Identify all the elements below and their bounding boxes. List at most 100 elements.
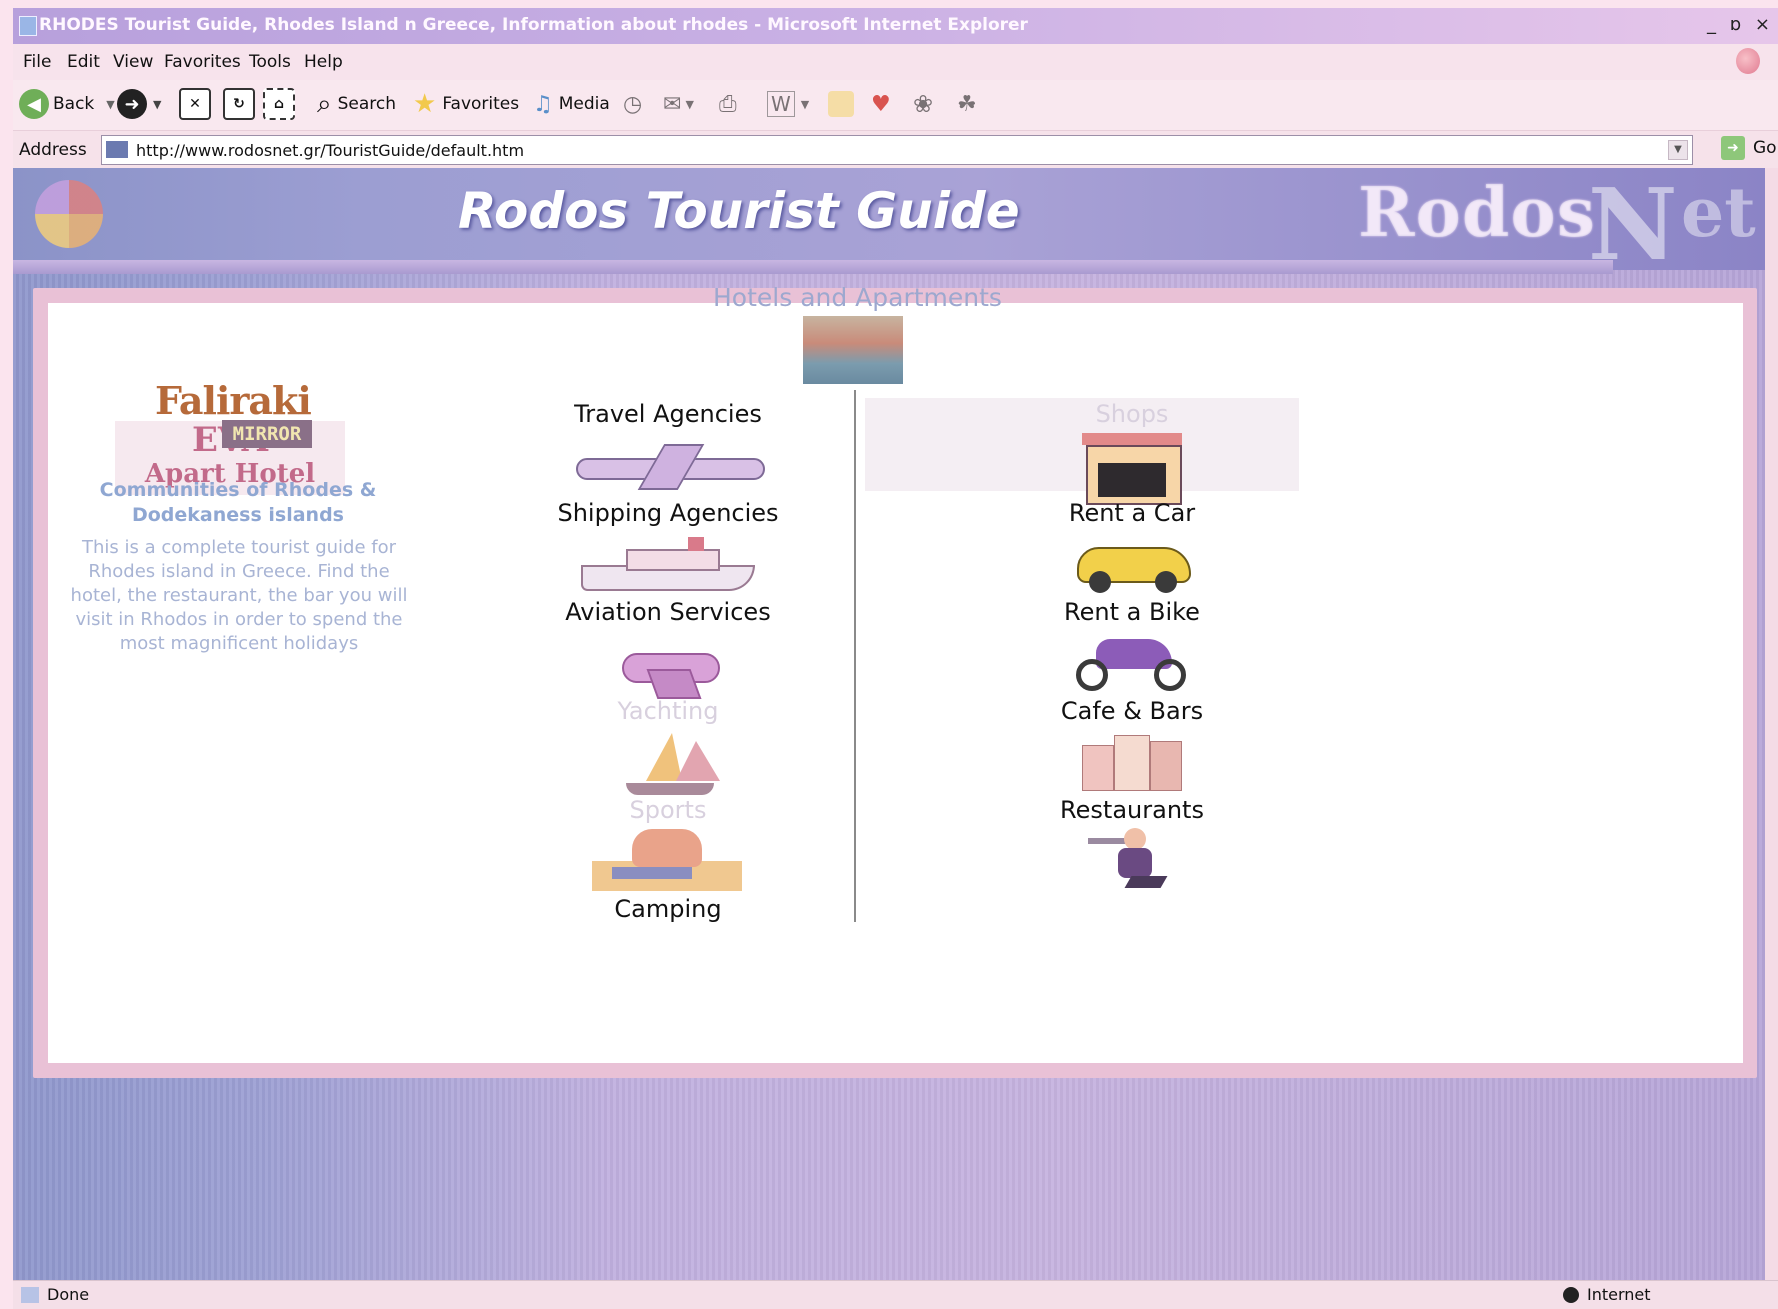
- yachting-link[interactable]: Yachting: [508, 697, 828, 725]
- sailboat-sail-2: [676, 741, 720, 781]
- car-wheel-front: [1089, 571, 1111, 593]
- rodosnet-logo-left[interactable]: Rodos: [1358, 173, 1596, 253]
- mirror-label: MIRROR: [222, 420, 312, 448]
- waiter-tray: [1088, 838, 1128, 844]
- beach-sports-icon[interactable]: [592, 823, 742, 893]
- address-dropdown-icon[interactable]: ▼: [1668, 140, 1688, 160]
- discuss-button[interactable]: [828, 88, 854, 120]
- shipping-agencies-link[interactable]: Shipping Agencies: [508, 499, 828, 527]
- ship-icon[interactable]: [576, 535, 756, 591]
- word-edit-icon: W: [767, 91, 795, 117]
- flower-icon: ❀: [913, 90, 934, 118]
- menu-edit[interactable]: Edit: [67, 52, 100, 72]
- car-icon[interactable]: [1073, 531, 1191, 593]
- site-title: Rodos Tourist Guide: [458, 182, 1020, 240]
- menu-favorites[interactable]: Favorites: [164, 52, 241, 72]
- mail-button[interactable]: ✉ ▼: [663, 88, 694, 120]
- vertical-scrollbar[interactable]: [1765, 168, 1778, 1280]
- note-icon: [828, 91, 854, 117]
- waiter-head: [1124, 828, 1146, 850]
- camping-link[interactable]: Camping: [508, 895, 828, 923]
- small-plane-icon[interactable]: [616, 633, 720, 699]
- refresh-icon: ↻: [223, 88, 255, 120]
- banner: Rodos Tourist Guide Rodos N et: [13, 168, 1765, 283]
- page-viewport: Rodos Tourist Guide Rodos N et EVA Apart…: [13, 168, 1765, 1280]
- favorites-button[interactable]: ★ Favorites: [413, 88, 519, 120]
- mail-dropdown-icon[interactable]: ▼: [685, 98, 693, 111]
- print-button[interactable]: ⎙: [719, 88, 737, 120]
- content-panel: EVA Apart Hotel Faliraki MIRROR Communit…: [48, 283, 1743, 1063]
- cafe-building-3: [1150, 741, 1182, 791]
- ie-page-icon: [19, 16, 37, 36]
- search-button[interactable]: ⌕ Search: [317, 88, 396, 120]
- hotels-image[interactable]: [803, 316, 903, 384]
- messenger-button[interactable]: ♥: [871, 88, 891, 120]
- refresh-button[interactable]: ↻: [223, 88, 255, 120]
- shop-window: [1098, 463, 1166, 497]
- faliraki-mirror-ad[interactable]: Faliraki MIRROR: [155, 378, 330, 453]
- banner-shadow: [13, 260, 1613, 274]
- favorites-label: Favorites: [442, 94, 520, 114]
- menu-tools[interactable]: Tools: [249, 52, 291, 72]
- menu-file[interactable]: File: [23, 52, 51, 72]
- edit-dropdown-icon[interactable]: ▼: [801, 98, 809, 111]
- forward-button[interactable]: ➜ ▼: [117, 88, 161, 120]
- forward-dropdown-icon[interactable]: ▼: [153, 98, 161, 111]
- rodosnet-logo-right[interactable]: et: [1681, 173, 1756, 253]
- hotels-link[interactable]: Hotels and Apartments: [713, 283, 1002, 312]
- window-controls[interactable]: _ ɒ ×: [1707, 14, 1774, 35]
- menu-view[interactable]: View: [113, 52, 153, 72]
- address-url: http://www.rodosnet.gr/TouristGuide/defa…: [136, 141, 525, 160]
- media-button[interactable]: ♫ Media: [533, 88, 610, 120]
- compass-logo-icon: [35, 180, 103, 248]
- go-button[interactable]: ➜ Go: [1721, 136, 1777, 160]
- go-label: Go: [1753, 138, 1777, 158]
- back-button[interactable]: ◀ Back ▼: [19, 88, 115, 120]
- intro-text: This is a complete tourist guide for Rho…: [70, 537, 408, 654]
- rent-a-car-link[interactable]: Rent a Car: [972, 499, 1292, 527]
- status-text: Done: [47, 1285, 90, 1304]
- communities-link[interactable]: Communities of Rhodes & Dodekaness islan…: [73, 478, 403, 528]
- travel-agencies-link[interactable]: Travel Agencies: [508, 400, 828, 428]
- search-icon: ⌕: [317, 88, 332, 119]
- messenger-icon: ♥: [871, 91, 891, 117]
- waiter-legs: [1124, 876, 1168, 888]
- sailboat-icon[interactable]: [616, 733, 720, 799]
- back-label: Back: [53, 94, 95, 114]
- shop-roof: [1082, 433, 1182, 445]
- forward-arrow-icon: ➜: [117, 89, 147, 119]
- edit-button[interactable]: W ▼: [767, 88, 809, 120]
- print-icon: ⎙: [719, 91, 737, 117]
- address-label: Address: [19, 140, 87, 160]
- history-icon: ◷: [623, 91, 643, 117]
- aviation-services-link[interactable]: Aviation Services: [508, 598, 828, 626]
- cafe-buildings-icon[interactable]: [1082, 731, 1182, 791]
- status-bar: Done Internet: [13, 1280, 1778, 1309]
- windows-flag-icon: [1736, 48, 1760, 74]
- sailboat-hull: [626, 783, 714, 795]
- home-button[interactable]: ⌂: [263, 88, 295, 120]
- cafe-building-2: [1114, 735, 1150, 791]
- rent-a-bike-link[interactable]: Rent a Bike: [972, 598, 1292, 626]
- status-message: Done: [21, 1285, 89, 1304]
- cafe-bars-link[interactable]: Cafe & Bars: [972, 697, 1292, 725]
- stop-icon: ✕: [179, 88, 211, 120]
- back-arrow-icon: ◀: [19, 89, 49, 119]
- sports-link[interactable]: Sports: [508, 796, 828, 824]
- history-button[interactable]: ◷: [623, 88, 642, 120]
- airplane-icon[interactable]: [566, 438, 766, 492]
- cafe-building-1: [1082, 745, 1114, 791]
- restaurants-link[interactable]: Restaurants: [972, 796, 1292, 824]
- shop-icon[interactable]: [1082, 433, 1182, 505]
- extension-button[interactable]: ❀: [913, 88, 933, 120]
- back-dropdown-icon[interactable]: ▼: [106, 98, 114, 111]
- research-button[interactable]: ☘: [957, 88, 977, 120]
- motorbike-icon[interactable]: [1076, 631, 1188, 693]
- shops-link[interactable]: Shops: [972, 400, 1292, 428]
- waiter-icon[interactable]: [1088, 828, 1184, 890]
- menu-help[interactable]: Help: [304, 52, 343, 72]
- toolbar: ◀ Back ▼ ➜ ▼ ✕ ↻ ⌂ ⌕ Search ★ Favorites …: [13, 80, 1778, 130]
- ship-stack: [688, 537, 704, 551]
- address-input[interactable]: http://www.rodosnet.gr/TouristGuide/defa…: [101, 135, 1693, 165]
- stop-button[interactable]: ✕: [179, 88, 211, 120]
